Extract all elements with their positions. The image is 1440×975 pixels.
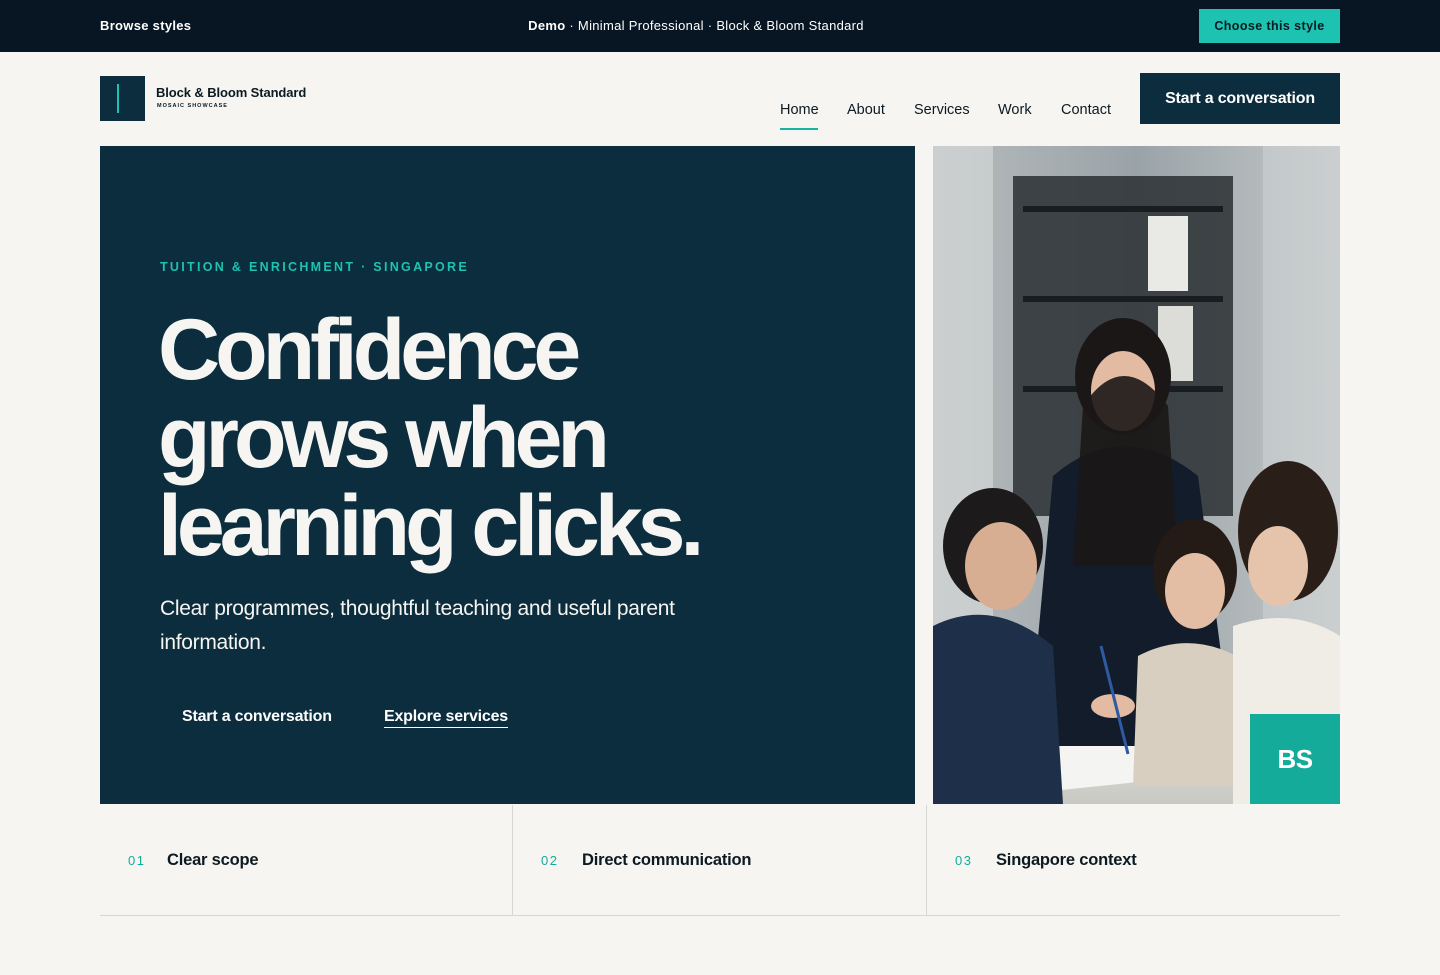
hero-headline: Confidence grows when learning clicks. [158, 302, 704, 574]
feature-strip: 01 Clear scope 02 Direct communication 0… [100, 805, 1340, 916]
hero-photo [933, 146, 1340, 804]
classroom-photo-illustration [933, 146, 1340, 804]
feature-item: 03 Singapore context [926, 805, 1339, 915]
start-conversation-hero-button[interactable]: Start a conversation [182, 708, 332, 726]
feature-title: Singapore context [996, 851, 1137, 869]
logo-bar-icon [117, 84, 119, 113]
explore-services-link[interactable]: Explore services [384, 708, 508, 728]
demo-breadcrumb: Demo · Minimal Professional · Block & Bl… [0, 18, 1392, 33]
feature-title: Clear scope [167, 851, 259, 869]
feature-item: 01 Clear scope [100, 805, 513, 915]
bs-badge: BS [1250, 714, 1340, 804]
feature-number: 02 [541, 853, 559, 868]
demo-crumb-text: · Minimal Professional · Block & Bloom S… [565, 18, 864, 33]
demo-bar: Browse styles Demo · Minimal Professiona… [0, 0, 1440, 52]
feature-title: Direct communication [582, 851, 752, 869]
feature-number: 03 [955, 853, 973, 868]
nav-item-work[interactable]: Work [998, 102, 1032, 118]
feature-number: 01 [128, 853, 146, 868]
hero-subhead: Clear programmes, thoughtful teaching an… [160, 597, 675, 654]
nav-item-home[interactable]: Home [780, 102, 819, 118]
hero-panel: TUITION & ENRICHMENT · SINGAPORE Confide… [100, 146, 915, 804]
brand-name[interactable]: Block & Bloom Standard [156, 85, 306, 100]
nav-active-indicator [780, 128, 818, 130]
logo-mark[interactable] [100, 76, 145, 121]
demo-label: Demo [528, 18, 566, 33]
start-conversation-header-button[interactable]: Start a conversation [1140, 73, 1340, 124]
choose-style-button[interactable]: Choose this style [1199, 9, 1340, 43]
nav-item-about[interactable]: About [847, 102, 885, 118]
nav-item-services[interactable]: Services [914, 102, 970, 118]
hero-eyebrow: TUITION & ENRICHMENT · SINGAPORE [160, 260, 470, 274]
feature-item: 02 Direct communication [512, 805, 925, 915]
nav-item-contact[interactable]: Contact [1061, 102, 1111, 118]
brand-tagline: MOSAIC SHOWCASE [157, 103, 228, 109]
